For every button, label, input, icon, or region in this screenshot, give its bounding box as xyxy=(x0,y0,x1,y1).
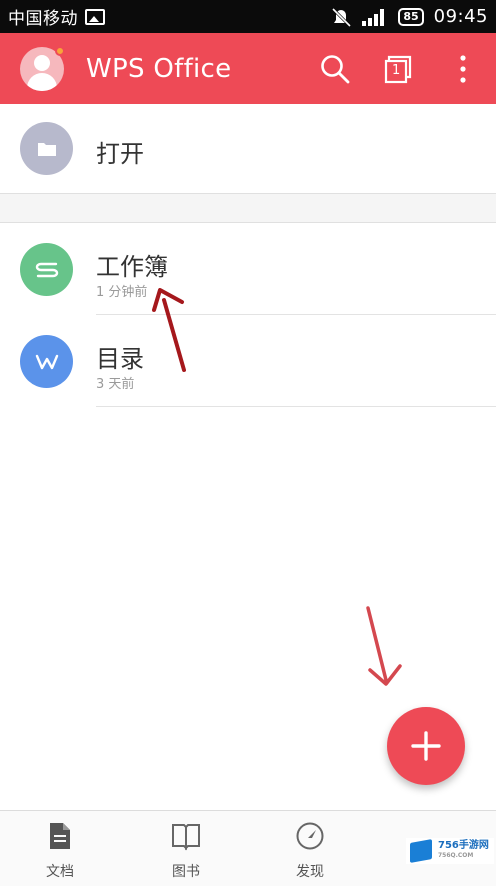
status-time: 09:45 xyxy=(433,6,488,27)
open-row[interactable]: 打开 xyxy=(0,104,496,194)
nav-discover[interactable]: 发现 xyxy=(270,821,350,881)
annotation-arrow-icon xyxy=(152,288,186,372)
open-folder-circle xyxy=(20,122,73,175)
list-item[interactable]: 目录 3 天前 xyxy=(0,315,496,407)
file-name: 工作簿 xyxy=(96,253,168,281)
more-options-button[interactable] xyxy=(440,46,486,92)
file-name: 目录 xyxy=(96,345,144,373)
search-icon xyxy=(321,54,350,83)
watermark-logo: 756手游网 756Q.COM xyxy=(406,838,494,864)
nav-documents[interactable]: 文档 xyxy=(20,821,100,881)
nav-label: 发现 xyxy=(296,864,324,880)
more-vertical-icon xyxy=(460,54,466,83)
tabs-count: 1 xyxy=(392,62,401,78)
nav-books[interactable]: 图书 xyxy=(146,821,226,881)
avatar-head xyxy=(34,54,50,71)
divider xyxy=(96,406,496,407)
folder-icon xyxy=(37,142,56,156)
list-item[interactable]: 工作簿 1 分钟前 xyxy=(0,223,496,315)
compass-icon xyxy=(296,822,324,850)
open-label: 打开 xyxy=(96,140,144,168)
status-bar: 中国移动 85 09:45 xyxy=(0,0,496,33)
document-icon xyxy=(50,823,70,849)
spreadsheet-file-icon xyxy=(20,243,73,296)
file-time: 3 天前 xyxy=(96,377,135,392)
notification-dot xyxy=(55,46,65,56)
new-document-fab[interactable] xyxy=(387,707,465,785)
watermark-text: 756手游网 xyxy=(438,840,489,851)
signal-icon xyxy=(362,8,385,26)
document-file-icon xyxy=(20,335,73,388)
search-button[interactable] xyxy=(312,46,358,92)
annotation-arrow-fab-icon xyxy=(366,606,402,686)
watermark-icon xyxy=(410,839,432,863)
book-icon xyxy=(172,824,200,851)
spreadsheet-letter-icon xyxy=(35,262,58,277)
battery-icon: 85 xyxy=(398,7,424,26)
document-letter-icon xyxy=(35,354,58,369)
open-section: 打开 xyxy=(0,104,496,194)
carrier-name: 中国移动 xyxy=(8,9,78,29)
alarm-muted-icon xyxy=(332,7,352,27)
plus-icon xyxy=(411,731,441,761)
watermark-subtext: 756Q.COM xyxy=(438,852,474,859)
nav-label: 文档 xyxy=(46,864,74,880)
image-notification-icon xyxy=(85,8,105,25)
avatar-body xyxy=(27,72,57,91)
tabs-button[interactable]: 1 xyxy=(376,46,422,92)
file-time: 1 分钟前 xyxy=(96,285,148,300)
app-bar: WPS Office 1 xyxy=(0,33,496,104)
nav-label: 图书 xyxy=(172,864,200,880)
app-title: WPS Office xyxy=(86,53,232,84)
